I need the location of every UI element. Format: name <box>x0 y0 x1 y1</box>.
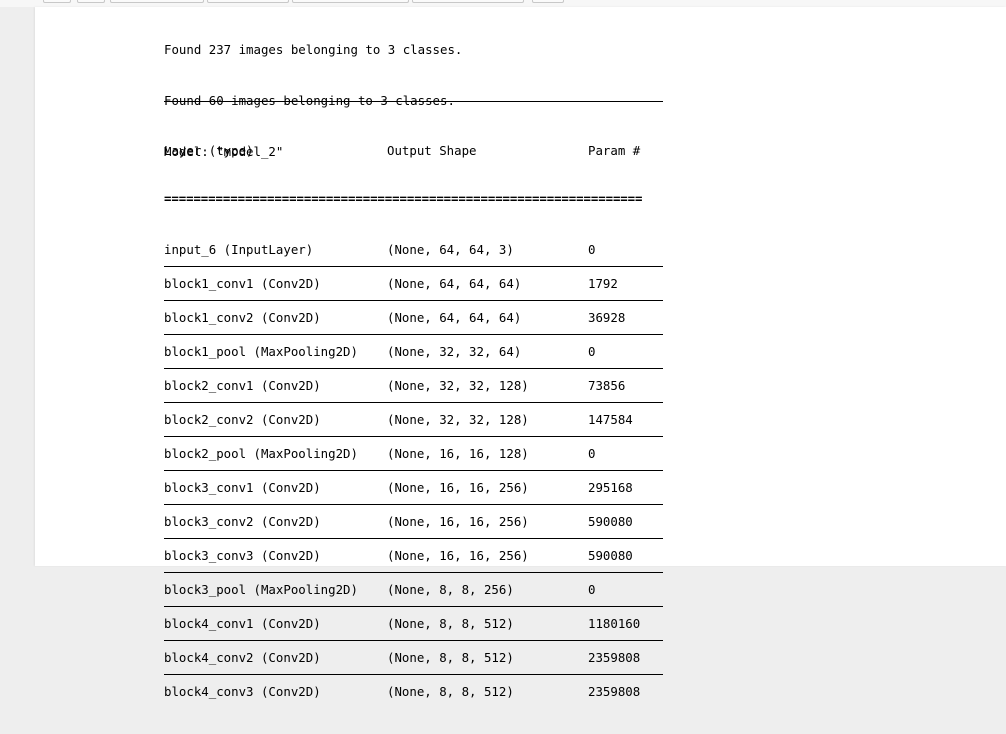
cell-shape: (None, 16, 16, 256) <box>387 514 529 529</box>
cell-shape: (None, 16, 16, 128) <box>387 446 529 461</box>
toolbar-button[interactable] <box>207 0 289 3</box>
cell-param: 147584 <box>588 412 633 427</box>
header-output-shape: Output Shape <box>387 143 477 158</box>
table-rule <box>164 470 663 471</box>
table-rule <box>164 674 663 675</box>
table-row: block3_conv3 (Conv2D) (None, 16, 16, 256)… <box>164 547 664 564</box>
cell-layer: block2_conv2 (Conv2D) <box>164 412 321 427</box>
table-double-rule: ========================================… <box>164 191 643 206</box>
cell-layer: block3_conv3 (Conv2D) <box>164 548 321 563</box>
toolbar <box>0 0 1006 7</box>
table-rule <box>164 606 663 607</box>
output-line: Found 237 images belonging to 3 classes. <box>164 42 463 57</box>
cell-layer: block4_conv3 (Conv2D) <box>164 684 321 699</box>
cell-layer: input_6 (InputLayer) <box>164 242 314 257</box>
cell-layer: block1_pool (MaxPooling2D) <box>164 344 358 359</box>
toolbar-button[interactable] <box>110 0 204 3</box>
table-rule <box>164 538 663 539</box>
cell-layer: block3_conv2 (Conv2D) <box>164 514 321 529</box>
table-row: block3_pool (MaxPooling2D) (None, 8, 8, 2… <box>164 581 664 598</box>
notebook-page: Found 237 images belonging to 3 classes.… <box>0 0 1006 699</box>
cell-param: 36928 <box>588 310 626 325</box>
table-rule <box>164 101 663 102</box>
table-row: block3_conv1 (Conv2D) (None, 16, 16, 256)… <box>164 479 664 496</box>
table-row: block3_conv2 (Conv2D) (None, 16, 16, 256)… <box>164 513 664 530</box>
cell-shape: (None, 16, 16, 256) <box>387 480 529 495</box>
table-row: block4_conv3 (Conv2D) (None, 8, 8, 512) 23… <box>164 683 664 700</box>
cell-shape: (None, 32, 32, 128) <box>387 412 529 427</box>
cell-param: 0 <box>588 344 596 359</box>
cell-param: 1180160 <box>588 616 641 631</box>
cell-shape: (None, 8, 8, 512) <box>387 616 514 631</box>
cell-param: 2359808 <box>588 650 641 665</box>
table-row: input_6 (InputLayer) (None, 64, 64, 3) 0 <box>164 241 664 258</box>
cell-layer: block3_pool (MaxPooling2D) <box>164 582 358 597</box>
table-rule <box>164 334 663 335</box>
table-rule <box>164 572 663 573</box>
cell-param: 590080 <box>588 548 633 563</box>
cell-shape: (None, 8, 8, 256) <box>387 582 514 597</box>
cell-layer: block2_conv1 (Conv2D) <box>164 378 321 393</box>
table-row: block2_conv2 (Conv2D) (None, 32, 32, 128)… <box>164 411 664 428</box>
cell-shape: (None, 8, 8, 512) <box>387 650 514 665</box>
cell-param: 295168 <box>588 480 633 495</box>
table-rule <box>164 402 663 403</box>
table-row: block1_conv2 (Conv2D) (None, 64, 64, 64) 3… <box>164 309 664 326</box>
header-layer: Layer (type) <box>164 143 254 158</box>
cell-layer: block2_pool (MaxPooling2D) <box>164 446 358 461</box>
header-param: Param # <box>588 143 641 158</box>
cell-output: Found 237 images belonging to 3 classes.… <box>164 7 684 699</box>
cell-param: 0 <box>588 582 596 597</box>
cell-layer: block4_conv1 (Conv2D) <box>164 616 321 631</box>
cell-layer: block4_conv2 (Conv2D) <box>164 650 321 665</box>
table-row: block4_conv1 (Conv2D) (None, 8, 8, 512) 11… <box>164 615 664 632</box>
toolbar-button[interactable] <box>292 0 409 3</box>
table-row: block1_conv1 (Conv2D) (None, 64, 64, 64) 1… <box>164 275 664 292</box>
toolbar-button[interactable] <box>77 0 105 3</box>
cell-shape: (None, 64, 64, 64) <box>387 310 522 325</box>
cell-param: 1792 <box>588 276 618 291</box>
cell-param: 0 <box>588 242 596 257</box>
table-header-row: Layer (type) Output Shape Param # <box>164 142 664 159</box>
cell-param: 0 <box>588 446 596 461</box>
cell-shape: (None, 8, 8, 512) <box>387 684 514 699</box>
table-rule <box>164 640 663 641</box>
table-row: block2_pool (MaxPooling2D) (None, 16, 16,… <box>164 445 664 462</box>
table-row: block1_pool (MaxPooling2D) (None, 32, 32,… <box>164 343 664 360</box>
cell-shape: (None, 16, 16, 256) <box>387 548 529 563</box>
cell-shape: (None, 32, 32, 64) <box>387 344 522 359</box>
cell-layer: block1_conv2 (Conv2D) <box>164 310 321 325</box>
table-row: block4_conv2 (Conv2D) (None, 8, 8, 512) 23… <box>164 649 664 666</box>
toolbar-button[interactable] <box>43 0 71 3</box>
cell-param: 73856 <box>588 378 626 393</box>
cell-param: 590080 <box>588 514 633 529</box>
cell-shape: (None, 64, 64, 3) <box>387 242 514 257</box>
table-body: input_6 (InputLayer) (None, 64, 64, 3) 0 bl… <box>164 241 664 700</box>
model-summary-table: Layer (type) Output Shape Param # ======… <box>164 67 664 734</box>
table-rule <box>164 266 663 267</box>
cell-shape: (None, 64, 64, 64) <box>387 276 522 291</box>
table-rule <box>164 436 663 437</box>
toolbar-button[interactable] <box>412 0 524 3</box>
table-rule <box>164 300 663 301</box>
table-row: block2_conv1 (Conv2D) (None, 32, 32, 128)… <box>164 377 664 394</box>
cell-layer: block1_conv1 (Conv2D) <box>164 276 321 291</box>
table-rule <box>164 504 663 505</box>
cell-param: 2359808 <box>588 684 641 699</box>
cell-shape: (None, 32, 32, 128) <box>387 378 529 393</box>
toolbar-button[interactable] <box>532 0 564 3</box>
cell-layer: block3_conv1 (Conv2D) <box>164 480 321 495</box>
table-rule <box>164 368 663 369</box>
